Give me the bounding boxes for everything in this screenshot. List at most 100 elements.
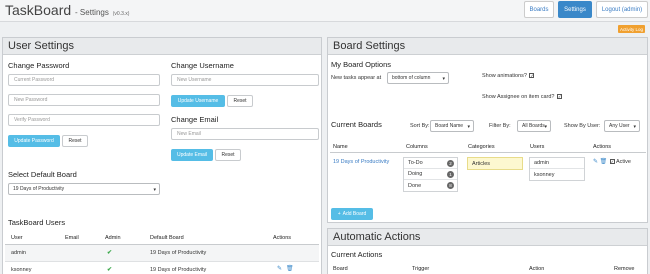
new-tasks-position-value: bottom of column <box>392 75 431 81</box>
delete-board-icon[interactable]: 🗑 <box>600 159 608 165</box>
reset-password-button[interactable]: Reset <box>62 135 88 147</box>
list-item: To-Do 2 <box>404 158 457 169</box>
page-subtitle: - Settings <box>75 8 109 17</box>
edit-user-icon[interactable]: ✎ <box>277 265 282 272</box>
current-password-input[interactable]: Current Password <box>8 74 160 86</box>
default-board-select[interactable]: 19 Days of Productivity ▾ <box>8 183 160 195</box>
chevron-down-icon: ▾ <box>544 124 547 130</box>
users-col-admin: Admin <box>105 235 121 241</box>
default-board-heading: Select Default Board <box>8 170 77 179</box>
board-active-checkbox[interactable]: ✓ <box>609 159 615 165</box>
chevron-down-icon: ▾ <box>467 124 470 130</box>
chevron-down-icon: ▾ <box>633 124 636 130</box>
board-categories-list: Articles <box>467 157 523 170</box>
user-name: ksonney <box>11 267 32 273</box>
board-actions: ✎ 🗑 ✓ Active <box>593 158 631 165</box>
new-password-input[interactable]: New Password <box>8 94 160 106</box>
board-users-list: admin ksonney <box>529 157 585 181</box>
show-by-user-select[interactable]: Any User ▾ <box>604 120 640 132</box>
lane-count-badge: 1 <box>447 171 454 178</box>
list-item: Articles <box>468 158 522 169</box>
boards-col-columns: Columns <box>406 144 428 150</box>
verify-password-input[interactable]: Verify Password <box>8 114 160 126</box>
board-settings-panel: Board Settings My Board Options New task… <box>327 37 648 223</box>
list-item: admin <box>530 158 584 169</box>
board-lanes-list: To-Do 2 Doing 1 Done 8 <box>403 157 458 192</box>
table-row: admin ✔ 19 Days of Productivity <box>5 245 319 261</box>
show-animations-option: Show animations? ✓ <box>482 73 535 79</box>
app-brand: TaskBoard - Settings (v0.3.x) <box>5 2 129 18</box>
add-board-label: Add Board <box>342 211 367 217</box>
board-active-label: Active <box>615 159 631 165</box>
board-options-heading: My Board Options <box>331 60 392 69</box>
actions-col-remove: Remove <box>614 266 635 272</box>
new-tasks-position-select[interactable]: bottom of column ▾ <box>387 72 449 84</box>
list-item: Done 8 <box>404 180 457 191</box>
default-board-value: 19 Days of Productivity <box>13 186 65 192</box>
reset-email-button[interactable]: Reset <box>215 149 241 161</box>
new-tasks-label: New tasks appear at <box>331 75 382 81</box>
activity-log-button[interactable]: Activity Log <box>618 25 646 33</box>
add-board-button[interactable]: + Add Board <box>331 208 373 220</box>
user-settings-title: User Settings <box>3 38 321 55</box>
actions-col-board: Board <box>333 266 348 272</box>
chevron-down-icon: ▾ <box>442 76 445 82</box>
users-col-default-board: Default Board <box>150 235 184 241</box>
sort-by-value: Board Name <box>435 123 464 129</box>
check-icon: ✔ <box>107 250 113 256</box>
taskboard-users-heading: TaskBoard Users <box>8 218 66 227</box>
list-item: ksonney <box>534 171 555 178</box>
top-navbar: TaskBoard - Settings (v0.3.x) Boards Set… <box>0 0 650 22</box>
users-col-user: User <box>11 235 23 241</box>
reset-username-button[interactable]: Reset <box>227 95 253 107</box>
filter-by-value: All Boards <box>522 123 545 129</box>
show-assignee-label: Show Assignee on item card? <box>482 94 555 100</box>
update-email-button[interactable]: Update Email <box>171 149 213 161</box>
users-col-actions: Actions <box>273 235 292 241</box>
update-username-button[interactable]: Update Username <box>171 95 225 107</box>
new-username-input[interactable]: New Username <box>171 74 319 86</box>
change-email-heading: Change Email <box>171 115 219 124</box>
lane-name: Done <box>408 182 422 189</box>
edit-board-icon[interactable]: ✎ <box>593 159 598 165</box>
show-animations-checkbox[interactable]: ✓ <box>529 73 535 79</box>
user-default-board: 19 Days of Productivity <box>150 267 207 273</box>
nav-settings-button[interactable]: Settings <box>558 1 592 18</box>
version-label: (v0.3.x) <box>112 11 130 17</box>
current-actions-heading: Current Actions <box>331 250 383 259</box>
current-boards-heading: Current Boards <box>331 120 382 129</box>
user-name: admin <box>11 250 26 256</box>
chevron-down-icon: ▾ <box>153 187 156 193</box>
board-settings-title: Board Settings <box>328 38 647 55</box>
board-name-link[interactable]: 19 Days of Productivity <box>333 159 389 165</box>
lane-count-badge: 2 <box>447 160 454 167</box>
delete-user-icon[interactable]: 🗑 <box>286 265 294 272</box>
show-assignee-option: Show Assignee on item card? ✓ <box>482 94 562 100</box>
boards-col-users: Users <box>530 144 545 150</box>
nav-boards-button[interactable]: Boards <box>524 1 554 18</box>
table-row: ksonney ✔ 19 Days of Productivity ✎ 🗑 <box>5 262 319 274</box>
nav-logout-button[interactable]: Logout (admin) <box>596 1 648 18</box>
sort-by-select[interactable]: Board Name ▾ <box>430 120 474 132</box>
change-password-heading: Change Password <box>8 61 70 70</box>
users-col-email: Email <box>65 235 79 241</box>
new-email-input[interactable]: New Email <box>171 128 319 140</box>
automatic-actions-title: Automatic Actions <box>328 229 647 246</box>
boards-col-name: Name <box>333 144 348 150</box>
sort-by-label: Sort By: <box>410 123 430 129</box>
boards-header-divider <box>330 152 646 153</box>
list-item: Doing 1 <box>404 169 457 180</box>
show-by-user-value: Any User <box>609 123 630 129</box>
show-assignee-checkbox[interactable]: ✓ <box>557 94 562 100</box>
filter-by-label: Filter By: <box>489 123 511 129</box>
user-default-board: 19 Days of Productivity <box>150 250 207 256</box>
lane-name: Doing <box>408 171 423 177</box>
lane-count-badge: 8 <box>447 182 454 189</box>
plus-icon: + <box>337 211 341 217</box>
change-username-heading: Change Username <box>171 61 234 70</box>
boards-col-categories: Categories <box>468 144 495 150</box>
filter-by-select[interactable]: All Boards ▾ <box>517 120 551 132</box>
update-password-button[interactable]: Update Password <box>8 135 60 147</box>
app-title: TaskBoard <box>5 2 72 18</box>
check-icon: ✔ <box>107 267 113 273</box>
